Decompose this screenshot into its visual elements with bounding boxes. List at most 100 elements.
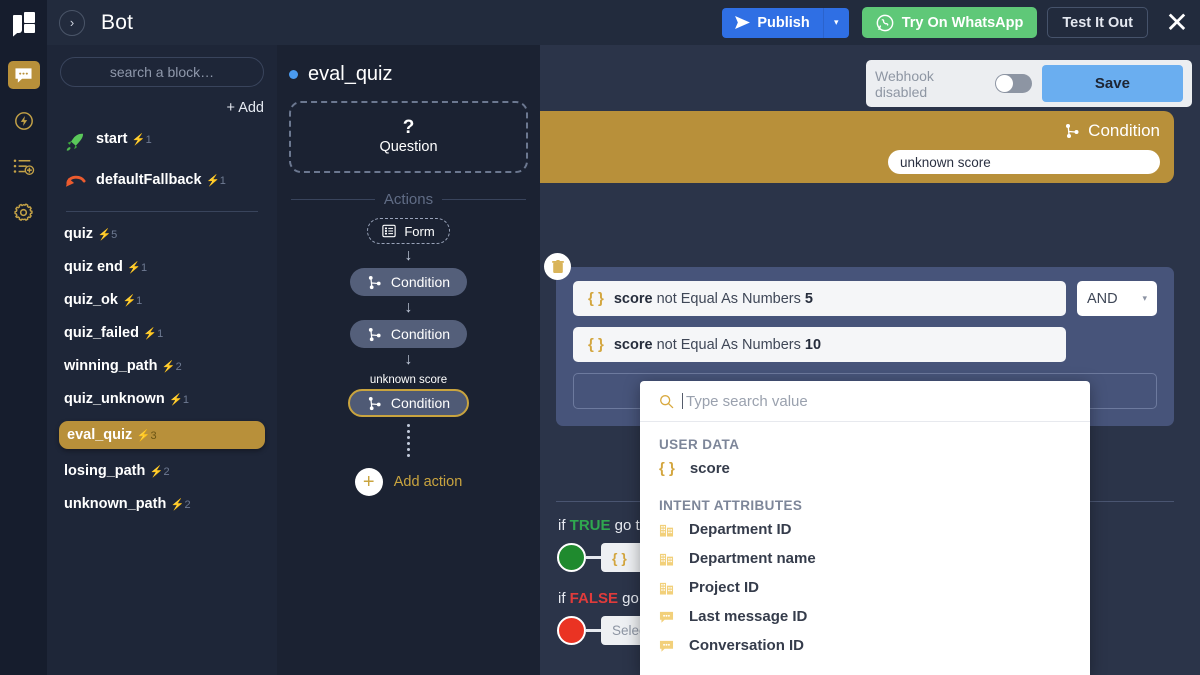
sidebar-item-label: quiz_unknown: [64, 391, 165, 407]
panel-toolbar: Webhook disabled Save: [866, 60, 1192, 107]
webhook-toggle[interactable]: [995, 74, 1032, 93]
sidebar-item-label: start: [96, 131, 128, 147]
condition-card-header: Condition unknown score: [540, 111, 1174, 183]
dropdown-search-input[interactable]: Type search value: [682, 392, 808, 410]
sidebar-item-eval-quiz[interactable]: eval_quiz ⚡3: [59, 421, 265, 449]
condition-rule-1[interactable]: { } score not Equal As Numbers 5: [573, 281, 1066, 316]
rail-item-list-add[interactable]: [8, 153, 40, 181]
status-dot-icon: [289, 70, 298, 79]
condition-icon: [368, 327, 381, 341]
condition-rule-row: { } score not Equal As Numbers 10: [573, 327, 1157, 362]
rail-item-chat[interactable]: [7, 61, 40, 89]
logic-operator-select[interactable]: AND ▾: [1077, 281, 1157, 316]
plus-icon: +: [354, 468, 383, 496]
publish-button-label: Publish: [757, 14, 810, 31]
grid-icon: [659, 524, 674, 537]
search-block-input[interactable]: search a block…: [60, 57, 264, 87]
action-node-form[interactable]: Form: [367, 218, 450, 244]
send-icon: [735, 16, 751, 29]
test-it-out-button[interactable]: Test It Out: [1047, 7, 1148, 38]
condition-rule-text: score not Equal As Numbers 10: [613, 336, 822, 353]
whatsapp-button-label: Try On WhatsApp: [901, 14, 1024, 31]
sidebar-item-quiz[interactable]: quiz ⚡5: [60, 223, 264, 245]
branch-false-dot[interactable]: [557, 616, 586, 645]
condition-card-title: Condition: [1088, 121, 1160, 140]
sidebar-item-label: quiz_failed: [64, 325, 139, 341]
sidebar-item-count: ⚡2: [149, 466, 170, 478]
condition-icon: [1066, 124, 1079, 138]
condition-name-input[interactable]: unknown score: [888, 150, 1160, 174]
sidebar-item-count: ⚡1: [206, 175, 226, 187]
sidebar-item-count: ⚡5: [97, 229, 118, 241]
flow-panel: eval_quiz ? Question Actions Form ↓ Cond…: [277, 45, 540, 675]
sidebar-divider: [66, 211, 258, 212]
sidebar-item-label: quiz end: [64, 259, 123, 275]
sidebar-item-count: ⚡1: [169, 394, 189, 406]
condition-rule-text: score not Equal As Numbers 5: [613, 290, 813, 307]
sidebar-item-label: quiz: [64, 226, 93, 242]
action-node-condition-2[interactable]: Condition: [349, 320, 468, 348]
block-sidebar: search a block… + Add start ⚡1 defaultFa…: [47, 45, 277, 675]
dropdown-search-row[interactable]: Type search value: [640, 381, 1090, 422]
action-node-condition-1[interactable]: Condition: [349, 268, 468, 296]
dropdown-item-project-id[interactable]: Project ID: [640, 573, 1090, 602]
app-root: › Bot Publish ▾ Try On WhatsApp Test It …: [0, 0, 1200, 675]
sidebar-item-quiz-failed[interactable]: quiz_failed ⚡1: [60, 322, 264, 344]
flow-title-label: eval_quiz: [308, 63, 393, 85]
actions-divider-right: [442, 199, 527, 200]
chat-icon: [659, 640, 674, 652]
flow-edge-label: unknown score: [369, 374, 448, 386]
add-block-row: + Add: [60, 99, 265, 117]
save-button[interactable]: Save: [1041, 65, 1183, 102]
dropdown-item-score[interactable]: { } score: [640, 454, 1090, 483]
action-node-label: Form: [404, 223, 435, 239]
add-action-button[interactable]: + Add action: [354, 468, 462, 496]
sidebar-item-winning-path[interactable]: winning_path ⚡2: [60, 355, 264, 377]
condition-name-value: unknown score: [900, 154, 991, 170]
dropdown-item-label: Department name: [689, 550, 816, 567]
app-logo[interactable]: [0, 0, 47, 45]
condition-rule-2[interactable]: { } score not Equal As Numbers 10: [573, 327, 1066, 362]
dropdown-item-last-message-id[interactable]: Last message ID: [640, 602, 1090, 631]
dropdown-item-department-id[interactable]: Department ID: [640, 515, 1090, 544]
sidebar-item-quiz-unknown[interactable]: quiz_unknown ⚡1: [60, 388, 264, 410]
rail-item-settings[interactable]: [8, 199, 40, 227]
condition-icon: [368, 396, 381, 410]
logo-icon: [12, 12, 35, 33]
rail-item-automations[interactable]: [8, 107, 40, 135]
condition-icon: [368, 275, 381, 289]
condition-card-title-row: Condition: [554, 121, 1160, 141]
actions-divider-left: [291, 199, 375, 200]
action-node-label: Condition: [390, 395, 451, 411]
sidebar-item-label: losing_path: [64, 463, 146, 479]
lightning-icon: [14, 112, 33, 130]
chevron-down-icon: ▾: [1142, 293, 1147, 303]
sidebar-item-unknown-path[interactable]: unknown_path ⚡2: [60, 493, 264, 515]
action-node-condition-3-selected[interactable]: Condition: [347, 389, 470, 417]
sidebar-item-count: ⚡2: [161, 361, 182, 373]
branch-true-dot[interactable]: [557, 543, 586, 572]
top-bar: › Bot Publish ▾ Try On WhatsApp Test It …: [0, 0, 1200, 45]
try-on-whatsapp-button[interactable]: Try On WhatsApp: [861, 7, 1038, 38]
dropdown-item-conversation-id[interactable]: Conversation ID: [640, 631, 1090, 660]
flow-arrow-icon: ↓: [404, 299, 413, 316]
dropdown-item-department-name[interactable]: Department name: [640, 544, 1090, 573]
dropdown-section-user-data: USER DATA: [659, 437, 740, 452]
form-icon: [382, 224, 397, 238]
sidebar-expand-button[interactable]: ›: [59, 9, 85, 36]
publish-button[interactable]: Publish: [722, 7, 823, 38]
delete-group-button[interactable]: [544, 253, 571, 280]
dropdown-item-label: Project ID: [689, 579, 760, 596]
sidebar-item-quiz-end[interactable]: quiz end ⚡1: [60, 256, 264, 278]
add-block-button[interactable]: + Add: [227, 100, 265, 116]
sidebar-item-quiz-ok[interactable]: quiz_ok ⚡1: [60, 289, 264, 311]
question-node[interactable]: ? Question: [289, 101, 528, 173]
sidebar-item-count: ⚡1: [131, 134, 152, 146]
publish-dropdown-button[interactable]: ▾: [822, 7, 849, 38]
sidebar-item-start[interactable]: start ⚡1: [60, 128, 264, 158]
sidebar-item-defaultfallback[interactable]: defaultFallback ⚡1: [60, 169, 264, 197]
sidebar-item-losing-path[interactable]: losing_path ⚡2: [60, 460, 264, 482]
sidebar-item-label: winning_path: [64, 358, 158, 374]
sidebar-item-count: ⚡2: [170, 499, 191, 511]
close-button[interactable]: ✕: [1160, 0, 1194, 45]
